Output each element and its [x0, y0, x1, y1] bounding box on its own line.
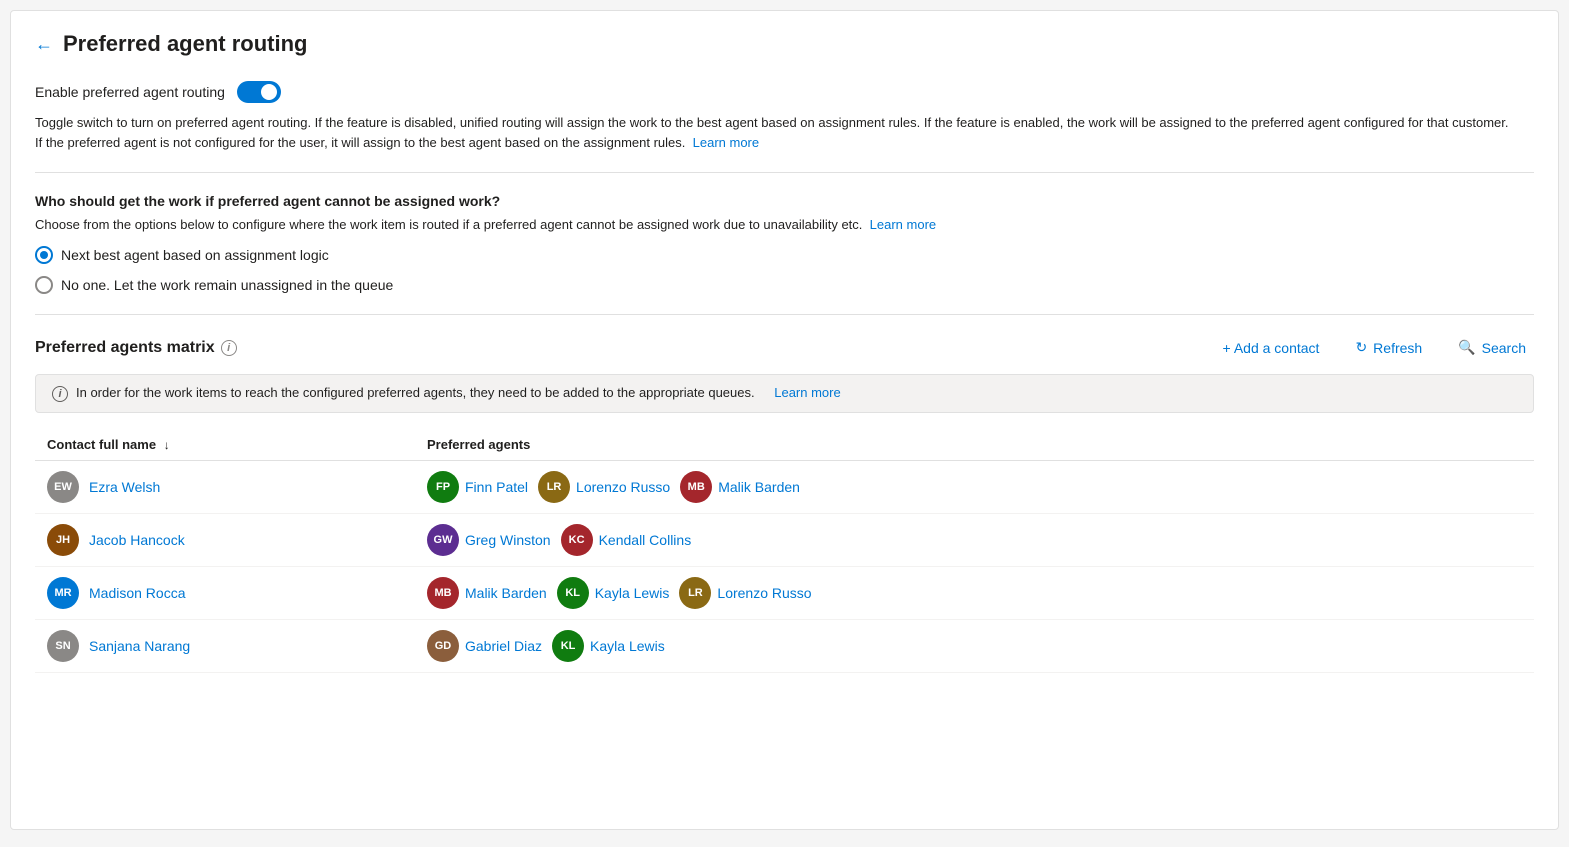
search-icon: 🔍 [1458, 339, 1475, 356]
avatar-ezra: EW [47, 471, 79, 503]
contact-name-sanjana[interactable]: Sanjana Narang [89, 638, 190, 654]
table-row: JH Jacob Hancock GW Greg Winston KC Kend… [35, 514, 1534, 567]
matrix-title: Preferred agents matrix [35, 339, 215, 357]
radio-next-best-label: Next best agent based on assignment logi… [61, 247, 329, 263]
banner-learn-more-link[interactable]: Learn more [774, 385, 840, 400]
toggle-knob [261, 84, 277, 100]
agents-cell-sanjana: GD Gabriel Diaz KL Kayla Lewis [427, 630, 1522, 662]
matrix-header: Preferred agents matrix i + Add a contac… [35, 335, 1534, 360]
avatar-lorenzo: LR [538, 471, 570, 503]
agents-cell-madison: MB Malik Barden KL Kayla Lewis LR Lorenz… [427, 577, 1522, 609]
back-button[interactable]: ← [35, 34, 53, 55]
contact-name-jacob[interactable]: Jacob Hancock [89, 532, 185, 548]
agent-entry: MB Malik Barden [680, 471, 800, 503]
agent-name-malik2[interactable]: Malik Barden [465, 585, 547, 601]
avatar-greg: GW [427, 524, 459, 556]
sort-icon[interactable]: ↓ [164, 438, 170, 452]
banner-text: In order for the work items to reach the… [76, 385, 755, 400]
agent-entry: LR Lorenzo Russo [679, 577, 811, 609]
avatar-kayla: KL [557, 577, 589, 609]
agent-name-greg[interactable]: Greg Winston [465, 532, 551, 548]
agents-cell-jacob: GW Greg Winston KC Kendall Collins [427, 524, 1522, 556]
avatar-kendall: KC [561, 524, 593, 556]
matrix-title-row: Preferred agents matrix i [35, 339, 237, 357]
toggle-switch[interactable] [237, 81, 281, 103]
banner-info-icon: i [52, 386, 68, 402]
fallback-section: Who should get the work if preferred age… [35, 193, 1534, 315]
refresh-button[interactable]: ↻ Refresh [1347, 335, 1430, 360]
agent-name-kayla[interactable]: Kayla Lewis [595, 585, 670, 601]
radio-next-best[interactable]: Next best agent based on assignment logi… [35, 246, 1534, 264]
agent-name-lorenzo2[interactable]: Lorenzo Russo [717, 585, 811, 601]
contact-name-ezra[interactable]: Ezra Welsh [89, 479, 160, 495]
matrix-info-icon[interactable]: i [221, 340, 237, 356]
matrix-actions: + Add a contact ↻ Refresh 🔍 Search [1215, 335, 1534, 360]
fallback-question: Who should get the work if preferred age… [35, 193, 1534, 209]
toggle-section: Enable preferred agent routing Toggle sw… [35, 81, 1534, 173]
toggle-row: Enable preferred agent routing [35, 81, 1534, 103]
column-header-contact: Contact full name ↓ [47, 437, 427, 452]
radio-group: Next best agent based on assignment logi… [35, 246, 1534, 294]
agent-entry: FP Finn Patel [427, 471, 528, 503]
page-title: Preferred agent routing [63, 31, 307, 57]
agent-entry: MB Malik Barden [427, 577, 547, 609]
contact-name-madison[interactable]: Madison Rocca [89, 585, 186, 601]
matrix-section: Preferred agents matrix i + Add a contac… [35, 335, 1534, 673]
contact-cell-madison: MR Madison Rocca [47, 577, 427, 609]
fallback-description: Choose from the options below to configu… [35, 217, 1534, 232]
agent-name-finn[interactable]: Finn Patel [465, 479, 528, 495]
avatar-madison: MR [47, 577, 79, 609]
table-header: Contact full name ↓ Preferred agents [35, 429, 1534, 461]
search-label: Search [1482, 340, 1526, 356]
table-row: SN Sanjana Narang GD Gabriel Diaz KL Kay… [35, 620, 1534, 673]
search-button[interactable]: 🔍 Search [1450, 335, 1534, 360]
toggle-label: Enable preferred agent routing [35, 84, 225, 100]
avatar-finn: FP [427, 471, 459, 503]
avatar-kayla2: KL [552, 630, 584, 662]
toggle-description: Toggle switch to turn on preferred agent… [35, 113, 1515, 152]
fallback-learn-more-link[interactable]: Learn more [870, 217, 936, 232]
agents-table: Contact full name ↓ Preferred agents EW … [35, 429, 1534, 673]
agent-name-kayla2[interactable]: Kayla Lewis [590, 638, 665, 654]
agent-name-lorenzo[interactable]: Lorenzo Russo [576, 479, 670, 495]
info-banner: i In order for the work items to reach t… [35, 374, 1534, 413]
contact-cell-sanjana: SN Sanjana Narang [47, 630, 427, 662]
agent-name-malik[interactable]: Malik Barden [718, 479, 800, 495]
agent-entry: KL Kayla Lewis [552, 630, 665, 662]
table-row: MR Madison Rocca MB Malik Barden KL Kayl… [35, 567, 1534, 620]
agent-entry: LR Lorenzo Russo [538, 471, 670, 503]
column-header-agents: Preferred agents [427, 437, 1522, 452]
radio-no-one-label: No one. Let the work remain unassigned i… [61, 277, 393, 293]
page-container: ← Preferred agent routing Enable preferr… [10, 10, 1559, 830]
contact-cell-jacob: JH Jacob Hancock [47, 524, 427, 556]
page-header: ← Preferred agent routing [35, 31, 1534, 57]
avatar-malik: MB [680, 471, 712, 503]
agent-entry: GD Gabriel Diaz [427, 630, 542, 662]
radio-no-one-circle [35, 276, 53, 294]
contact-cell-ezra: EW Ezra Welsh [47, 471, 427, 503]
avatar-lorenzo2: LR [679, 577, 711, 609]
agent-name-kendall[interactable]: Kendall Collins [599, 532, 692, 548]
avatar-malik2: MB [427, 577, 459, 609]
table-row: EW Ezra Welsh FP Finn Patel LR Lorenzo R… [35, 461, 1534, 514]
refresh-icon: ↻ [1355, 339, 1367, 356]
add-contact-button[interactable]: + Add a contact [1215, 336, 1328, 360]
avatar-sanjana: SN [47, 630, 79, 662]
avatar-jacob: JH [47, 524, 79, 556]
radio-no-one[interactable]: No one. Let the work remain unassigned i… [35, 276, 1534, 294]
agent-entry: KC Kendall Collins [561, 524, 692, 556]
agents-cell-ezra: FP Finn Patel LR Lorenzo Russo MB Malik … [427, 471, 1522, 503]
add-contact-label: + Add a contact [1223, 340, 1320, 356]
avatar-gabriel: GD [427, 630, 459, 662]
radio-next-best-circle [35, 246, 53, 264]
agent-name-gabriel[interactable]: Gabriel Diaz [465, 638, 542, 654]
refresh-label: Refresh [1373, 340, 1422, 356]
agent-entry: GW Greg Winston [427, 524, 551, 556]
agent-entry: KL Kayla Lewis [557, 577, 670, 609]
toggle-learn-more-link[interactable]: Learn more [693, 135, 759, 150]
